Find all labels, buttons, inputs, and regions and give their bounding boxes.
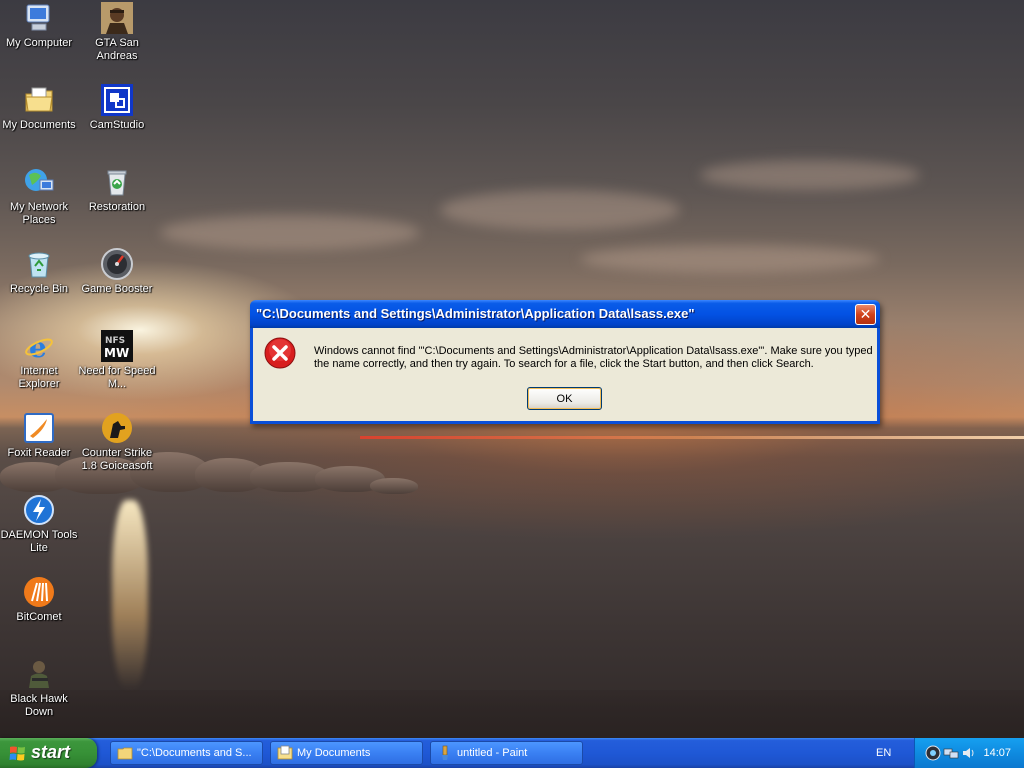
desktop-icon-label: Game Booster	[81, 283, 153, 295]
internet-explorer-icon: e	[23, 330, 55, 364]
dialog-message: Windows cannot find '"C:\Documents and S…	[314, 345, 873, 370]
error-icon	[264, 337, 296, 369]
desktop-icon-counter-strike[interactable]: Counter Strike 1.8 Goiceasoft	[78, 412, 156, 473]
desktop-icon-foxit-reader[interactable]: Foxit Reader	[0, 412, 78, 460]
desktop-icon-label: CamStudio	[89, 119, 145, 131]
gta-san-andreas-icon	[101, 2, 133, 34]
taskbar-button-label: My Documents	[297, 747, 371, 759]
taskbar-button-paint[interactable]: untitled - Paint	[430, 741, 583, 765]
desktop-icon-black-hawk-down[interactable]: Black Hawk Down	[0, 658, 78, 719]
desktop-icon-daemon-tools[interactable]: DAEMON Tools Lite	[0, 494, 78, 555]
dialog-title: "C:\Documents and Settings\Administrator…	[256, 306, 695, 321]
dialog-body: Windows cannot find '"C:\Documents and S…	[253, 328, 877, 421]
desktop-icon-label: My Network Places	[9, 201, 69, 226]
dialog-titlebar[interactable]: "C:\Documents and Settings\Administrator…	[250, 300, 880, 328]
ok-button[interactable]: OK	[527, 387, 602, 410]
desktop-icon-label: Counter Strike 1.8 Goiceasoft	[81, 447, 153, 472]
desktop-icon-label: Restoration	[88, 201, 146, 213]
camstudio-icon	[101, 84, 133, 116]
desktop-icon-label: Foxit Reader	[7, 447, 71, 459]
my-computer-icon	[23, 2, 55, 34]
close-icon: ✕	[859, 306, 872, 322]
start-button[interactable]: start	[0, 738, 97, 768]
counter-strike-icon	[101, 412, 133, 444]
start-label: start	[31, 742, 71, 762]
desktop-icon-label: My Documents	[2, 119, 76, 131]
tray-app-icon[interactable]	[925, 745, 941, 761]
svg-text:MW: MW	[104, 346, 129, 360]
need-for-speed-icon: NFS MW	[101, 330, 133, 362]
close-button[interactable]: ✕	[855, 304, 876, 325]
speaker-icon[interactable]	[961, 745, 977, 761]
desktop-icon-gta-san-andreas[interactable]: GTA San Andreas	[78, 2, 156, 63]
restoration-icon	[101, 166, 133, 198]
clock[interactable]: 14:07	[983, 747, 1011, 759]
taskbar: start "C:\Documents and S... My Document…	[0, 738, 1024, 768]
taskbar-button-label: "C:\Documents and S...	[137, 747, 252, 759]
my-documents-icon	[23, 84, 55, 116]
windows-logo-icon	[9, 745, 26, 762]
network-icon[interactable]	[943, 745, 959, 761]
daemon-tools-icon	[23, 494, 55, 526]
desktop-icon-game-booster[interactable]: Game Booster	[78, 248, 156, 296]
desktop-icon-label: Black Hawk Down	[10, 693, 68, 718]
desktop-icon-my-computer[interactable]: My Computer	[0, 2, 78, 50]
desktop-icon-recycle-bin[interactable]: Recycle Bin	[0, 248, 78, 296]
paint-icon	[437, 745, 453, 761]
folder-icon	[117, 745, 133, 761]
desktop-icon-bitcomet[interactable]: BitComet	[0, 576, 78, 624]
svg-text:NFS: NFS	[105, 336, 125, 346]
taskbar-button-folder[interactable]: "C:\Documents and S...	[110, 741, 263, 765]
desktop-icon-internet-explorer[interactable]: e Internet Explorer	[0, 330, 78, 391]
network-places-icon	[23, 166, 55, 198]
game-booster-icon	[101, 248, 133, 280]
desktop-icon-camstudio[interactable]: CamStudio	[78, 84, 156, 132]
error-dialog: "C:\Documents and Settings\Administrator…	[250, 300, 880, 424]
taskbar-button-my-documents[interactable]: My Documents	[270, 741, 423, 765]
desktop-icon-need-for-speed[interactable]: NFS MW Need for Speed M...	[78, 330, 156, 391]
desktop-icon-label: My Computer	[5, 37, 73, 49]
language-indicator[interactable]: EN	[876, 747, 891, 759]
desktop-icon-label: Recycle Bin	[9, 283, 69, 295]
bitcomet-icon	[23, 576, 55, 608]
foxit-reader-icon	[23, 412, 55, 444]
black-hawk-down-icon	[23, 658, 55, 690]
desktop-icon-label: Need for Speed M...	[78, 365, 156, 390]
taskbar-button-label: untitled - Paint	[457, 747, 528, 759]
desktop-icon-label: DAEMON Tools Lite	[0, 529, 78, 554]
desktop-icon-my-documents[interactable]: My Documents	[0, 84, 78, 132]
recycle-bin-icon	[23, 248, 55, 280]
my-documents-icon	[277, 745, 293, 761]
desktop-icon-label: GTA San Andreas	[95, 37, 139, 62]
desktop-icon-restoration[interactable]: Restoration	[78, 166, 156, 214]
desktop-icon-label: Internet Explorer	[18, 365, 60, 390]
desktop-icon-label: BitComet	[16, 611, 62, 623]
desktop-icon-my-network-places[interactable]: My Network Places	[0, 166, 78, 227]
system-tray: 14:07	[914, 738, 1024, 768]
